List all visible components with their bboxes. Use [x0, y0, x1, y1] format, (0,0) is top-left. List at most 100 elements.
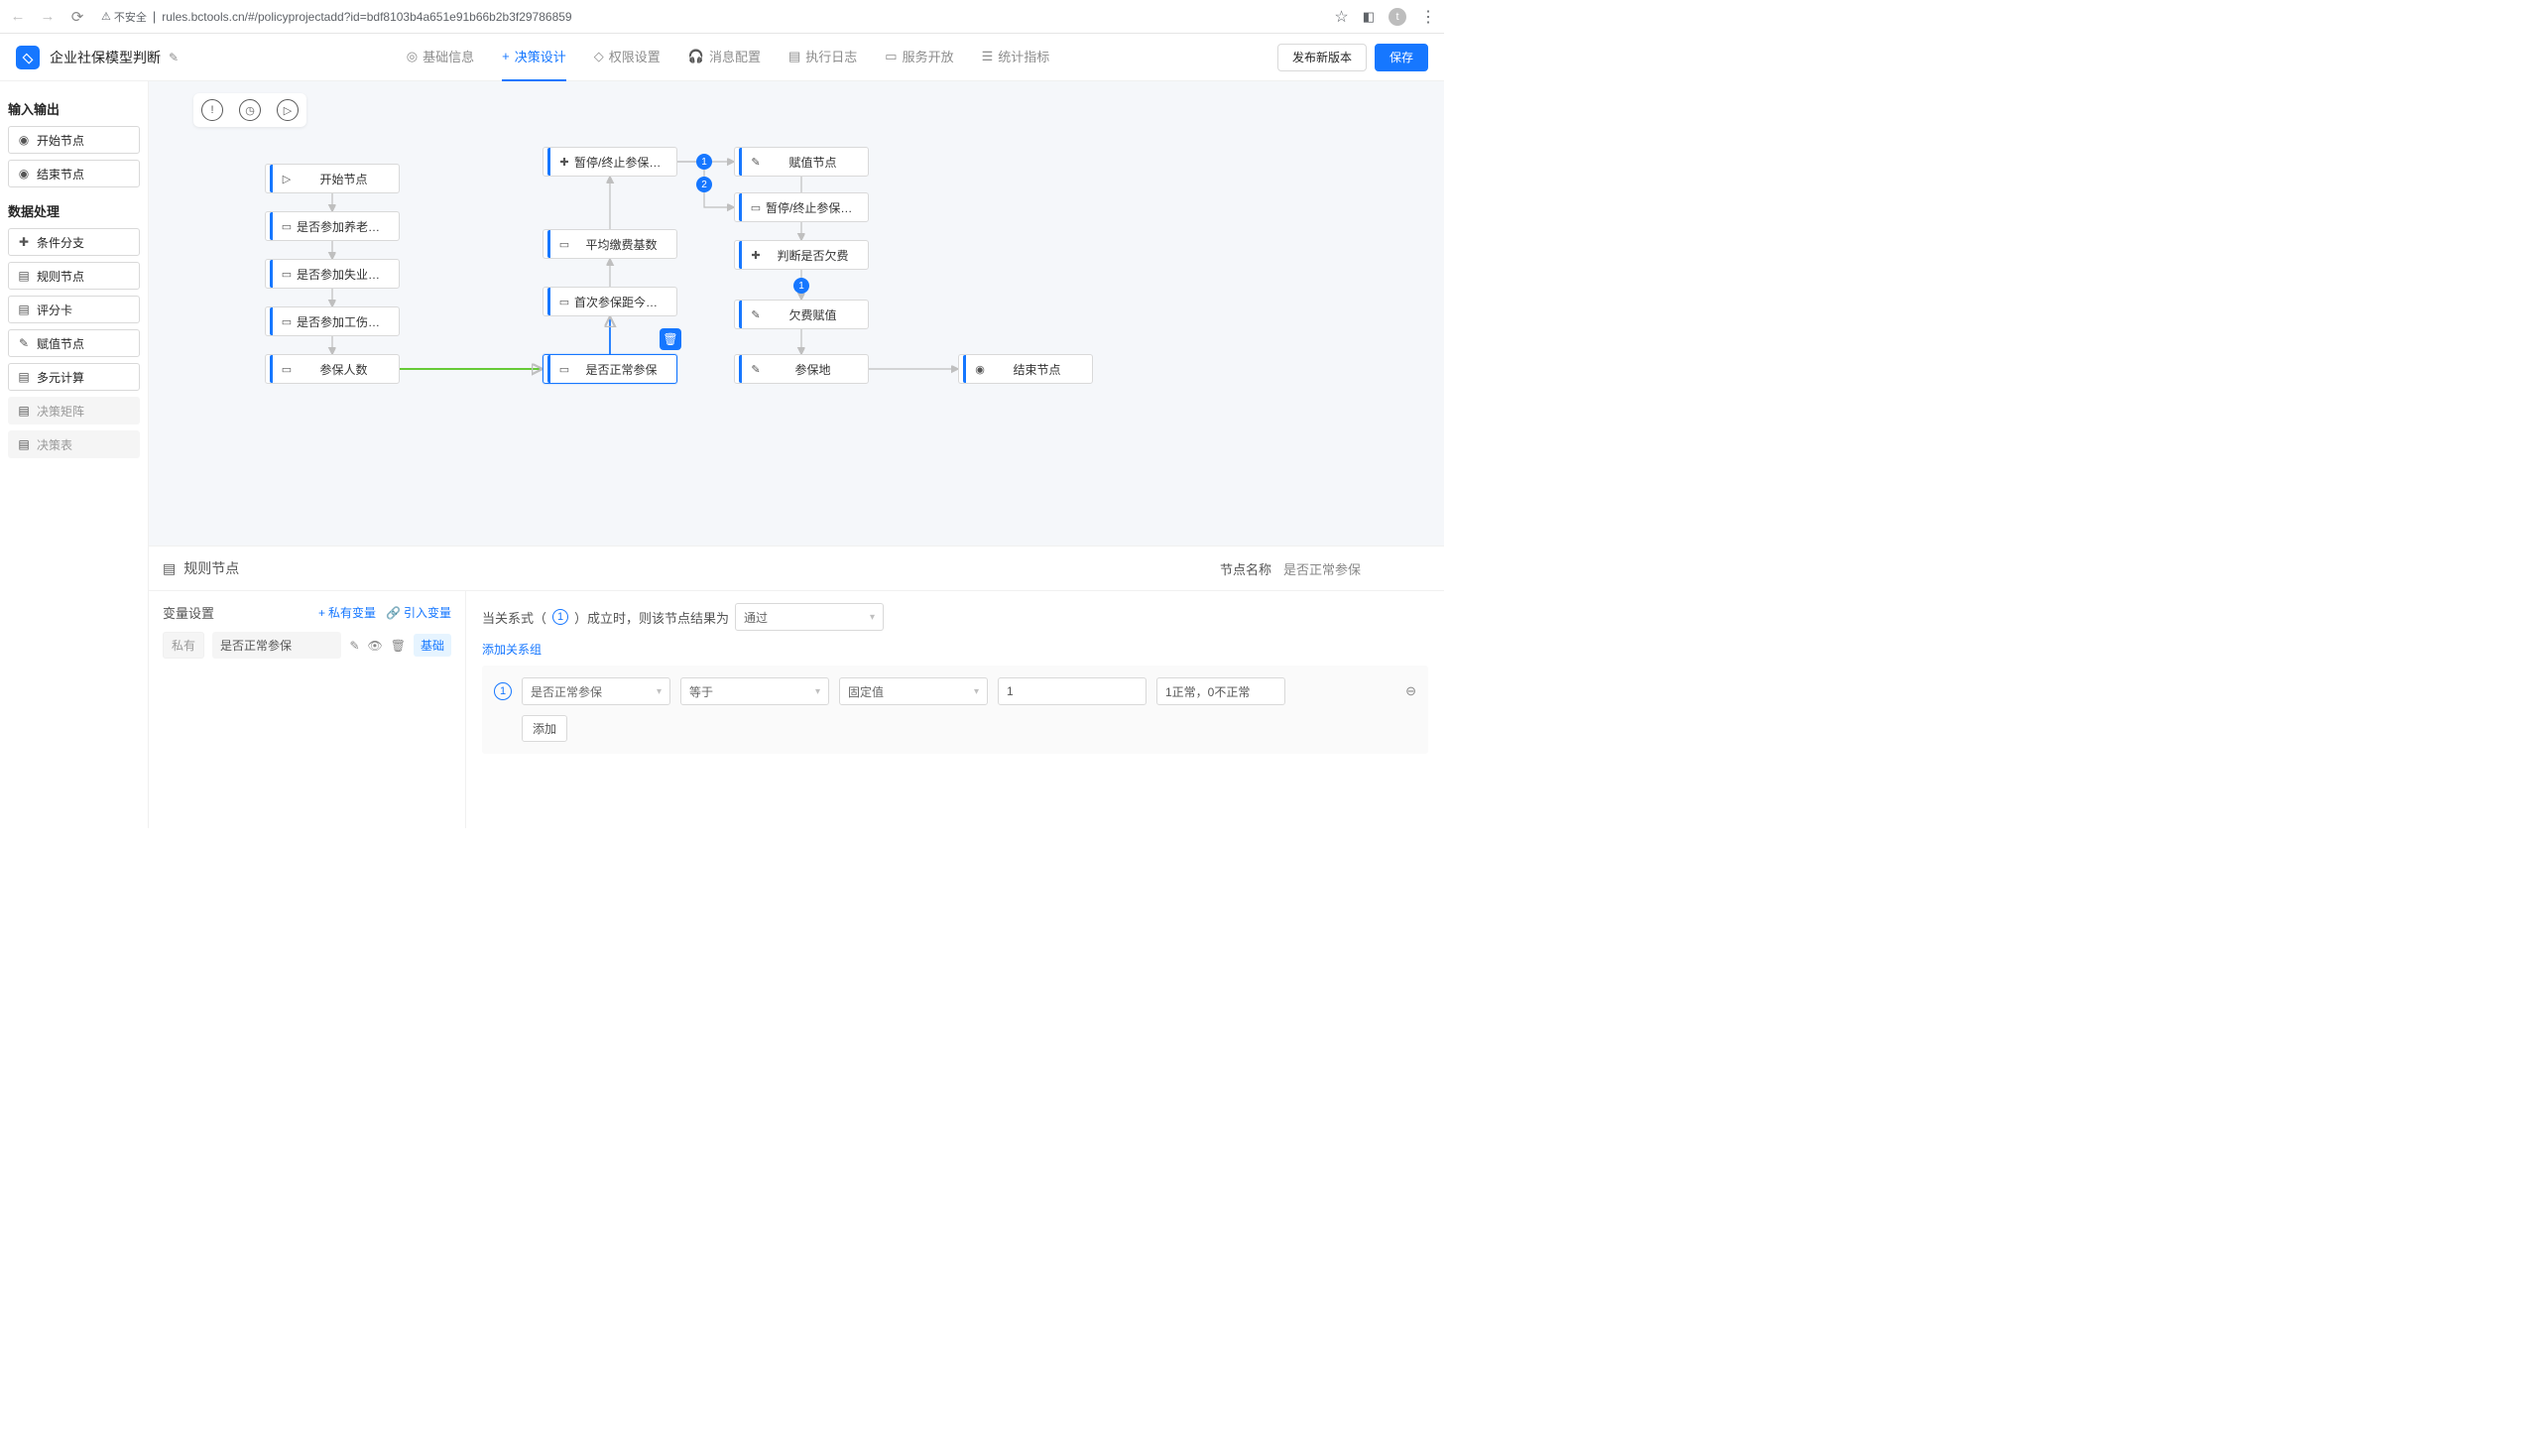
card-icon: ▭ — [748, 201, 764, 214]
window-icon: ▭ — [885, 49, 897, 64]
stop-icon: ◉ — [17, 167, 31, 181]
browser-chrome: ← → ⟳ ⚠ 不安全 | rules.bctools.cn/#/policyp… — [0, 0, 1444, 34]
sidebar-item-calc[interactable]: ▤多元计算 — [8, 363, 140, 391]
edge-badge: 1 — [793, 278, 809, 294]
sidebar-item-end[interactable]: ◉结束节点 — [8, 160, 140, 187]
tab-stats[interactable]: ☰统计指标 — [982, 34, 1050, 81]
publish-button[interactable]: 发布新版本 — [1277, 44, 1367, 71]
node-rule[interactable]: ▭是否参加养老保险 — [265, 211, 400, 241]
chevron-down-icon: ▾ — [815, 686, 820, 697]
sidebar: 输入输出 ◉开始节点 ◉结束节点 数据处理 ✚条件分支 ▤规则节点 ▤评分卡 ✎… — [0, 81, 149, 828]
url-bar[interactable]: ⚠ 不安全 | rules.bctools.cn/#/policyproject… — [97, 4, 1324, 30]
edit-icon: ✎ — [748, 363, 764, 376]
gear-icon: ◎ — [407, 49, 418, 64]
branch-icon: ✚ — [748, 249, 764, 262]
sidebar-item-scorecard[interactable]: ▤评分卡 — [8, 296, 140, 323]
sidebar-item-assign[interactable]: ✎赋值节点 — [8, 329, 140, 357]
import-var[interactable]: 🔗 引入变量 — [386, 604, 451, 621]
add-condition-button[interactable]: 添加 — [522, 715, 567, 742]
rule-icon: ▤ — [17, 269, 31, 283]
shield-icon: ◇ — [594, 49, 604, 64]
app-header: 企业社保模型判断 ✎ ◎基础信息 +决策设计 ◇权限设置 🎧消息配置 ▤执行日志… — [0, 34, 1444, 81]
property-panel: ▤ 规则节点 节点名称 变量设置 + 私有变量 🔗 引入变量 — [149, 546, 1444, 828]
reload-button[interactable]: ⟳ — [67, 8, 87, 26]
condition-note-input[interactable] — [1156, 677, 1285, 705]
trash-icon[interactable]: 🗑 — [391, 639, 406, 653]
node-rule[interactable]: ▭是否参加工伤保险 — [265, 306, 400, 336]
forward-button[interactable]: → — [38, 8, 58, 25]
table-icon: ▤ — [17, 437, 31, 451]
card-icon: ▭ — [279, 315, 295, 328]
remove-condition-icon[interactable]: ⊖ — [1405, 683, 1416, 699]
edge-badge: 1 — [696, 154, 712, 170]
node-rule[interactable]: ▭首次参保距今月数 — [543, 287, 677, 316]
tab-message[interactable]: 🎧消息配置 — [688, 34, 761, 81]
save-button[interactable]: 保存 — [1375, 44, 1428, 71]
list-icon: ▤ — [788, 49, 800, 64]
app-logo[interactable] — [16, 46, 40, 69]
tab-service[interactable]: ▭服务开放 — [885, 34, 953, 81]
add-relation-group[interactable]: 添加关系组 — [482, 641, 542, 658]
url-text: rules.bctools.cn/#/policyprojectadd?id=b… — [162, 10, 571, 24]
result-select[interactable]: 通过▾ — [735, 603, 884, 631]
sidebar-item-matrix[interactable]: ▤决策矩阵 — [8, 397, 140, 425]
tab-permission[interactable]: ◇权限设置 — [594, 34, 661, 81]
card-icon: ▭ — [556, 363, 572, 376]
node-rule-selected[interactable]: ▭是否正常参保 — [543, 354, 677, 384]
tab-log[interactable]: ▤执行日志 — [788, 34, 857, 81]
tab-design[interactable]: +决策设计 — [502, 34, 566, 81]
branch-icon: ✚ — [556, 156, 572, 169]
insecure-badge: ⚠ 不安全 — [101, 9, 147, 25]
edit-icon: ✎ — [748, 156, 764, 169]
condition-type-select[interactable]: 固定值▾ — [839, 677, 988, 705]
node-rule[interactable]: ▭参保人数 — [265, 354, 400, 384]
edit-icon[interactable]: ✎ — [349, 639, 359, 653]
node-rule[interactable]: ▭是否参加失业保险 — [265, 259, 400, 289]
tab-basic[interactable]: ◎基础信息 — [407, 34, 474, 81]
node-branch[interactable]: ✚判断是否欠费 — [734, 240, 869, 270]
expr-text: 当关系式（ — [482, 608, 546, 627]
avatar[interactable]: t — [1389, 8, 1406, 26]
expr-num: 1 — [552, 609, 568, 625]
assign-icon: ✎ — [17, 336, 31, 350]
branch-icon: ✚ — [17, 235, 31, 249]
node-rule[interactable]: ▭平均缴费基数 — [543, 229, 677, 259]
more-icon[interactable]: ⋮ — [1420, 7, 1436, 27]
expr-text: ）成立时，则该节点结果为 — [574, 608, 729, 627]
card-icon: ▭ — [279, 268, 295, 281]
chevron-down-icon: ▾ — [974, 686, 979, 697]
node-start[interactable]: ▷开始节点 — [265, 164, 400, 193]
node-assign[interactable]: ✎参保地 — [734, 354, 869, 384]
delete-node-button[interactable]: 🗑 — [660, 328, 681, 350]
variable-name[interactable]: 是否正常参保 — [212, 632, 341, 659]
card-icon: ▭ — [279, 220, 295, 233]
var-section-title: 变量设置 — [163, 603, 214, 622]
node-assign[interactable]: ✎欠费赋值 — [734, 300, 869, 329]
variable-panel: 变量设置 + 私有变量 🔗 引入变量 私有 是否正常参保 ✎ 👁 🗑 — [149, 591, 466, 828]
chevron-down-icon: ▾ — [870, 612, 875, 623]
node-rule[interactable]: ▭暂停/终止参保时... — [734, 192, 869, 222]
sidebar-item-rule[interactable]: ▤规则节点 — [8, 262, 140, 290]
sidebar-item-start[interactable]: ◉开始节点 — [8, 126, 140, 154]
plus-icon: + — [502, 49, 510, 63]
score-icon: ▤ — [17, 303, 31, 316]
back-button[interactable]: ← — [8, 8, 28, 25]
edit-icon[interactable]: ✎ — [169, 51, 179, 64]
eye-icon[interactable]: 👁 — [368, 639, 383, 653]
chart-icon: ☰ — [982, 49, 994, 64]
node-end[interactable]: ◉结束节点 — [958, 354, 1093, 384]
condition-var-select[interactable]: 是否正常参保▾ — [522, 677, 670, 705]
node-branch[interactable]: ✚暂停/终止参保时... — [543, 147, 677, 177]
card-icon: ▭ — [556, 296, 572, 308]
sidebar-item-table[interactable]: ▤决策表 — [8, 430, 140, 458]
panel-icon[interactable]: ◧ — [1363, 9, 1375, 25]
condition-panel: 当关系式（ 1 ）成立时，则该节点结果为 通过▾ 添加关系组 1 是否正常参保▾… — [466, 591, 1444, 828]
condition-op-select[interactable]: 等于▾ — [680, 677, 829, 705]
add-private-var[interactable]: + 私有变量 — [318, 604, 376, 621]
sidebar-item-branch[interactable]: ✚条件分支 — [8, 228, 140, 256]
star-icon[interactable]: ☆ — [1334, 7, 1348, 27]
condition-value-input[interactable] — [998, 677, 1147, 705]
node-assign[interactable]: ✎赋值节点 — [734, 147, 869, 177]
flow-canvas[interactable]: ! ◷ ▷ — [149, 81, 1444, 546]
node-name-input[interactable] — [1281, 560, 1430, 577]
